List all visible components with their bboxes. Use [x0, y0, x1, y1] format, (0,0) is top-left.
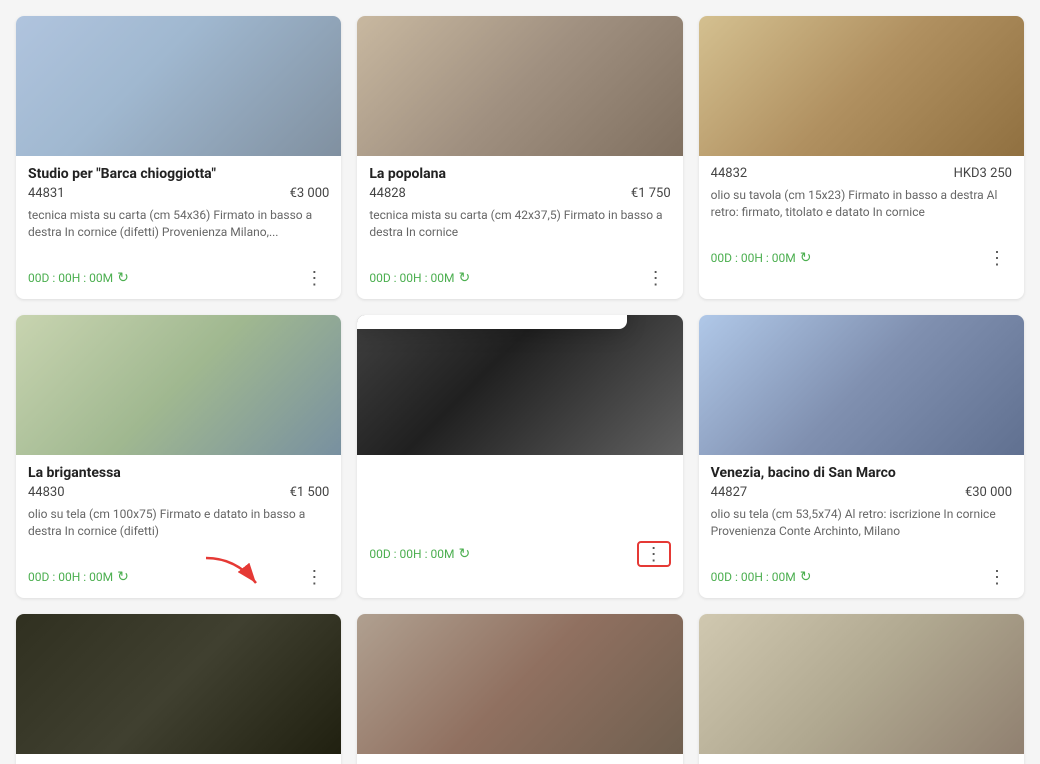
- card-body: La brigantessa 44830 €1 500 olio su tela…: [16, 455, 341, 560]
- card-meta: 44828 €1 750: [369, 186, 670, 201]
- card-image: [16, 614, 341, 754]
- card-meta: 44831 €3 000: [28, 186, 329, 201]
- card-footer: 00D : 00H : 00M ↻ ⋮: [16, 261, 341, 299]
- card-meta: 44830 €1 500: [28, 485, 329, 500]
- card-timer: 00D : 00H : 00M ↻: [711, 250, 812, 266]
- card-price: €3 000: [290, 186, 330, 201]
- card-footer: 00D : 00H : 00M ↻ ⋮: [357, 535, 682, 577]
- main-container: Studio per "Barca chioggiotta" 44831 €3 …: [0, 0, 1040, 764]
- card-body: Venezia, bacino di San Marco 44827 €30 0…: [699, 455, 1024, 560]
- artwork-card: Venezia, bacino di San Marco 44827 €30 0…: [699, 315, 1024, 598]
- card-code: 44831: [28, 186, 65, 201]
- card-timer: 00D : 00H : 00M ↻: [369, 270, 470, 286]
- card-image: [16, 315, 341, 455]
- card-code: 44827: [711, 485, 748, 500]
- refresh-icon: ↻: [117, 270, 129, 286]
- more-options-button-active[interactable]: ⋮: [637, 541, 671, 567]
- artwork-card: [16, 614, 341, 764]
- card-desc: olio su tela (cm 53,5x74) Al retro: iscr…: [711, 506, 1012, 542]
- more-options-button[interactable]: ⋮: [982, 566, 1012, 588]
- card-timer: 00D : 00H : 00M ↻: [28, 569, 129, 585]
- card-desc: tecnica mista su carta (cm 42x37,5) Firm…: [369, 207, 670, 243]
- card-image: [357, 315, 682, 455]
- refresh-icon: ↻: [800, 569, 812, 585]
- more-options-button[interactable]: ⋮: [641, 267, 671, 289]
- card-timer: 00D : 00H : 00M ↻: [28, 270, 129, 286]
- artwork-card: La popolana 44828 €1 750 tecnica mista s…: [357, 16, 682, 299]
- card-footer: 00D : 00H : 00M ↻ ⋮: [699, 560, 1024, 598]
- refresh-icon: ↻: [800, 250, 812, 266]
- refresh-icon: ↻: [117, 569, 129, 585]
- refresh-icon: ↻: [458, 270, 470, 286]
- artwork-card: La brigantessa 44830 €1 500 olio su tela…: [16, 315, 341, 598]
- card-body: 44832 HKD3 250 olio su tavola (cm 15x23)…: [699, 156, 1024, 241]
- card-image: [699, 16, 1024, 156]
- dropdown-popup: Create a campaign i 🌐 Display i: [357, 315, 627, 329]
- card-code: 44830: [28, 485, 65, 500]
- artwork-card: 44832 HKD3 250 olio su tavola (cm 15x23)…: [699, 16, 1024, 299]
- more-options-button[interactable]: ⋮: [982, 247, 1012, 269]
- card-body: [357, 455, 682, 535]
- card-price: €1 500: [290, 485, 330, 500]
- artwork-card: Studio per "Barca chioggiotta" 44831 €3 …: [16, 16, 341, 299]
- card-image: [357, 614, 682, 754]
- card-desc: olio su tavola (cm 15x23) Firmato in bas…: [711, 187, 1012, 223]
- card-meta: 44832 HKD3 250: [711, 166, 1012, 181]
- artwork-card-active: 00D : 00H : 00M ↻ ⋮ Create a campaign i …: [357, 315, 682, 598]
- card-code: 44828: [369, 186, 406, 201]
- card-meta: 44827 €30 000: [711, 485, 1012, 500]
- arrow-annotation: [196, 548, 276, 598]
- card-body: [699, 754, 1024, 764]
- card-desc: tecnica mista su carta (cm 54x36) Firmat…: [28, 207, 329, 243]
- card-image: [699, 315, 1024, 455]
- card-price: €30 000: [965, 485, 1012, 500]
- card-image: [16, 16, 341, 156]
- card-desc: olio su tela (cm 100x75) Firmato e datat…: [28, 506, 329, 542]
- card-image: [699, 614, 1024, 754]
- card-footer: 00D : 00H : 00M ↻ ⋮: [16, 560, 341, 598]
- card-footer: 00D : 00H : 00M ↻ ⋮: [699, 241, 1024, 279]
- card-price: HKD3 250: [954, 166, 1012, 181]
- card-title: Studio per "Barca chioggiotta": [28, 166, 329, 182]
- card-body: La popolana 44828 €1 750 tecnica mista s…: [357, 156, 682, 261]
- delete-item[interactable]: Delete: [357, 315, 627, 321]
- card-title: La brigantessa: [28, 465, 329, 481]
- more-options-button[interactable]: ⋮: [299, 267, 329, 289]
- card-footer: 00D : 00H : 00M ↻ ⋮: [357, 261, 682, 299]
- card-price: €1 750: [631, 186, 671, 201]
- card-timer: 00D : 00H : 00M ↻: [711, 569, 812, 585]
- card-body: Studio per "Barca chioggiotta" 44831 €3 …: [16, 156, 341, 261]
- card-title: La popolana: [369, 166, 670, 182]
- card-title: Venezia, bacino di San Marco: [711, 465, 1012, 481]
- card-timer: 00D : 00H : 00M ↻: [369, 546, 470, 562]
- artwork-card: [357, 614, 682, 764]
- dropdown-menu: Create a campaign i 🌐 Display i: [357, 315, 627, 329]
- more-options-button[interactable]: ⋮: [299, 566, 329, 588]
- card-code: 44832: [711, 166, 748, 181]
- card-body: [357, 754, 682, 764]
- card-body: [16, 754, 341, 764]
- artwork-card: [699, 614, 1024, 764]
- card-image: [357, 16, 682, 156]
- refresh-icon: ↻: [458, 546, 470, 562]
- artwork-grid: Studio per "Barca chioggiotta" 44831 €3 …: [0, 0, 1040, 764]
